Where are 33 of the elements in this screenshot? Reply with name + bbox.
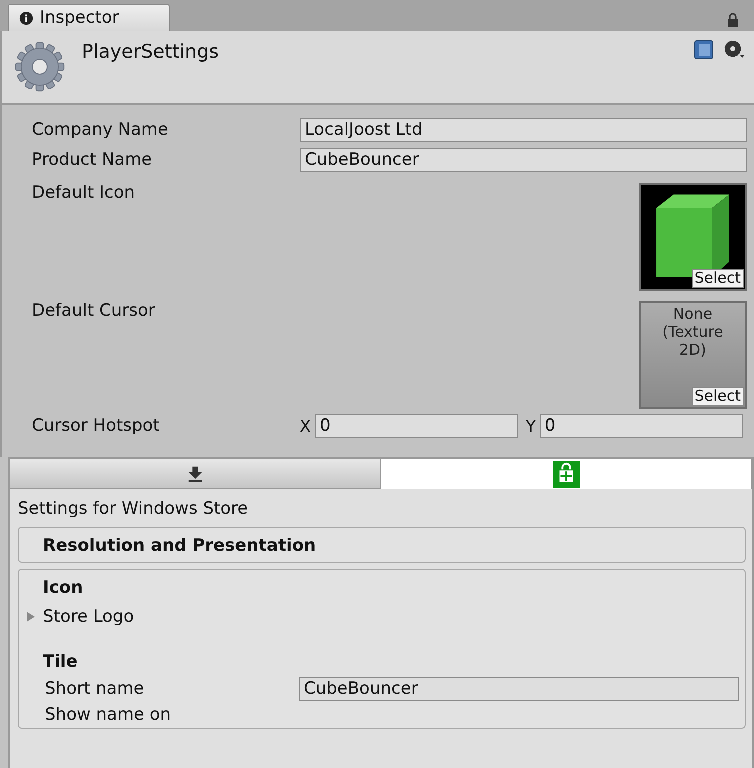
store-bag-icon <box>552 460 580 488</box>
empty-texture-slot[interactable]: None (Texture 2D) Select <box>639 301 747 409</box>
text-field[interactable]: CubeBouncer <box>300 148 747 172</box>
foldout-label[interactable]: Store Logo <box>43 607 134 627</box>
field-label: Cursor Hotspot <box>32 416 161 436</box>
group-heading: Icon <box>42 577 84 600</box>
foldout-arrow-icon[interactable] <box>25 611 37 623</box>
select-button[interactable]: Select <box>692 269 744 288</box>
texture-placeholder: None (Texture 2D) <box>662 305 724 359</box>
object-title: PlayerSettings <box>82 41 220 63</box>
section-header[interactable]: Resolution and Presentation <box>25 532 739 562</box>
texture-slot[interactable]: Select <box>639 183 747 291</box>
number-field[interactable]: 0 <box>540 414 743 438</box>
axis-label: X <box>300 416 311 436</box>
text-field[interactable]: CubeBouncer <box>299 677 739 701</box>
download-icon <box>186 465 204 482</box>
lock-icon[interactable] <box>726 13 740 27</box>
field-label: Default Icon <box>32 183 136 203</box>
field-label: Default Cursor <box>32 301 156 321</box>
axis-label: Y <box>526 416 536 436</box>
field-label: Company Name <box>32 120 170 140</box>
select-button[interactable]: Select <box>692 387 744 406</box>
field-label: Product Name <box>32 150 154 170</box>
gear-icon <box>14 41 66 93</box>
info-icon <box>19 10 34 26</box>
group-heading: Tile <box>42 651 79 674</box>
text-field[interactable]: LocalJoost Ltd <box>300 118 747 142</box>
settings-heading: Settings for Windows Store <box>18 499 250 519</box>
field-label: Short name <box>45 679 146 699</box>
field-label: Show name on <box>45 705 172 725</box>
platform-tab[interactable] <box>381 459 752 489</box>
number-field[interactable]: 0 <box>314 414 518 438</box>
inspector-tab[interactable]: Inspector <box>8 4 170 31</box>
